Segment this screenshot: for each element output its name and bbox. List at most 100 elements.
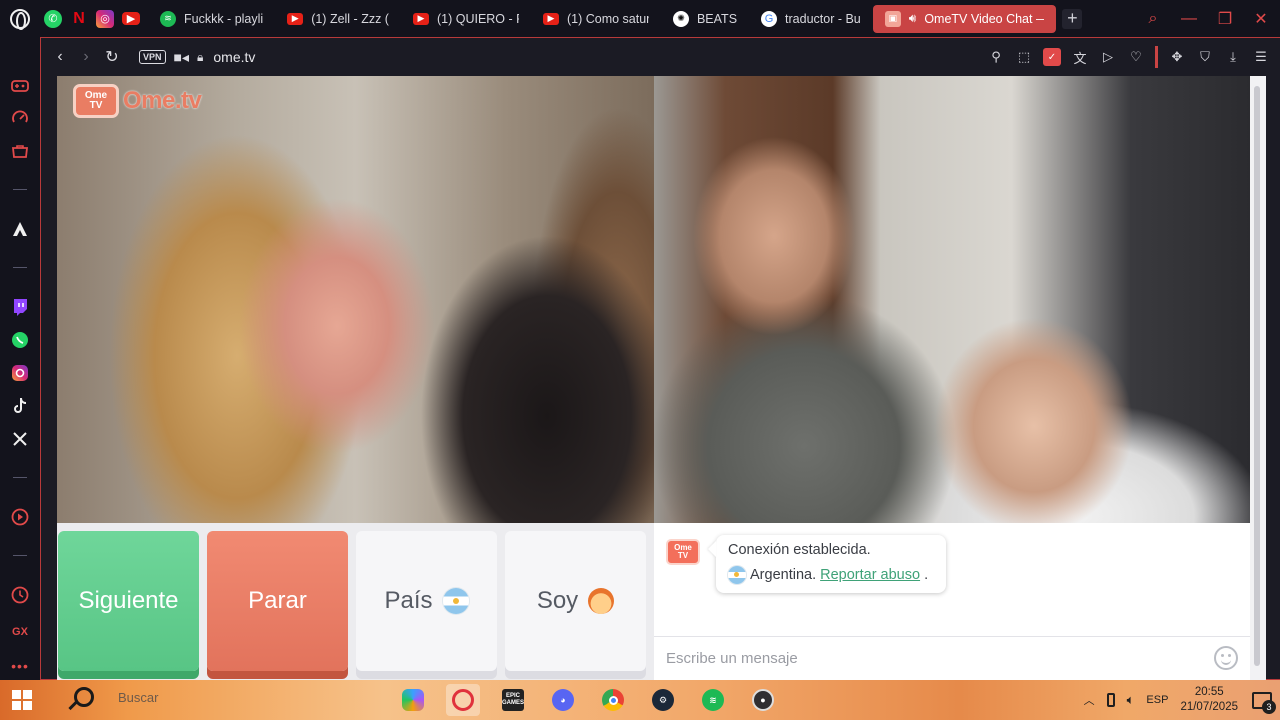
- download-icon[interactable]: ⤓: [1224, 48, 1242, 66]
- tab-title: (1) Como satur: [566, 11, 649, 26]
- discord-icon[interactable]: ◕: [546, 684, 580, 716]
- store-icon[interactable]: [9, 140, 31, 162]
- ometv-chat-avatar-icon: Ome TV: [666, 539, 700, 565]
- language-indicator[interactable]: ESP: [1146, 694, 1168, 706]
- ometv-logo[interactable]: Ome TV Ome.tv: [73, 84, 202, 118]
- history-icon[interactable]: [9, 584, 31, 606]
- tab-ometv[interactable]: ▣ 🔊︎ OmeTV Video Chat —: [872, 4, 1057, 33]
- spotify-icon[interactable]: ≋: [696, 684, 730, 716]
- player-icon[interactable]: [9, 506, 31, 528]
- netflix-icon[interactable]: N: [70, 10, 88, 28]
- ometv-page: Ome TV Ome.tv Siguiente Parar País Soy O…: [57, 76, 1250, 680]
- tab-youtube-quiero[interactable]: ▶ (1) QUIERO - F: [401, 5, 531, 33]
- more-icon[interactable]: •••: [9, 655, 31, 677]
- tab-youtube-como[interactable]: ▶ (1) Como satur: [531, 5, 661, 33]
- opera-gx-icon[interactable]: [446, 684, 480, 716]
- gaming-icon[interactable]: [9, 75, 31, 97]
- gender-button[interactable]: Soy: [505, 531, 646, 671]
- next-button[interactable]: Siguiente: [58, 531, 199, 671]
- address-bar: ‹ › ↻ VPN ■◂ 🔒︎ ome.tv ⚲ ⬚ ✓ 文 ▷ ♡ ✥ ⛉ ⤓…: [41, 38, 1280, 76]
- taskbar-search-placeholder: Buscar: [118, 689, 159, 705]
- stop-button-label: Parar: [248, 587, 307, 614]
- profile-icon[interactable]: ⛉: [1196, 48, 1214, 66]
- youtube-icon[interactable]: ▶: [122, 12, 140, 25]
- speed-icon[interactable]: [9, 107, 31, 129]
- url-text[interactable]: ome.tv: [213, 49, 255, 65]
- lock-icon[interactable]: 🔒︎: [197, 50, 203, 65]
- notification-icon[interactable]: 3: [1250, 690, 1276, 714]
- message-composer: [654, 636, 1250, 680]
- instagram-icon[interactable]: ◎: [96, 9, 114, 28]
- search-tabs-icon[interactable]: ⌕: [1144, 10, 1162, 28]
- argentina-flag-icon: [442, 588, 469, 614]
- whatsapp-icon[interactable]: [9, 329, 31, 351]
- tab-youtube-zell[interactable]: ▶ (1) Zell - Zzz (: [275, 5, 401, 33]
- tab-title: (1) QUIERO - F: [436, 11, 519, 26]
- chat-panel: Ome TV Conexión establecida. Argentina. …: [654, 523, 1250, 680]
- tab-traductor[interactable]: G traductor - Bu: [749, 5, 873, 33]
- forward-icon[interactable]: ›: [73, 44, 99, 70]
- opera-menu-icon[interactable]: [0, 0, 40, 37]
- pinned-tabs: ✆ N ◎ ▶: [44, 9, 140, 28]
- chatgpt-icon: ✺: [672, 10, 689, 27]
- next-button-label: Siguiente: [78, 587, 179, 614]
- send-icon[interactable]: ▷: [1099, 48, 1117, 66]
- instagram-icon[interactable]: [9, 362, 31, 384]
- battery-icon[interactable]: [1106, 693, 1115, 707]
- adblock-icon[interactable]: ✓: [1043, 48, 1061, 66]
- system-message: Conexión establecida. Argentina. Reporta…: [716, 535, 946, 593]
- boy-icon: [588, 588, 615, 614]
- chrome-icon[interactable]: [596, 684, 630, 716]
- taskbar-search[interactable]: Buscar: [60, 687, 158, 707]
- heart-icon[interactable]: ♡: [1127, 48, 1145, 66]
- aria-icon[interactable]: [9, 218, 31, 240]
- easy-setup-icon[interactable]: ☰: [1252, 48, 1270, 66]
- whatsapp-icon[interactable]: ✆: [44, 9, 62, 28]
- gx-control-icon[interactable]: GX: [9, 621, 31, 643]
- control-buttons: Siguiente Parar País Soy: [57, 531, 654, 680]
- new-tab-button[interactable]: +: [1062, 8, 1083, 29]
- connection-status: Conexión establecida.: [728, 542, 871, 558]
- message-input[interactable]: [666, 650, 1196, 667]
- tab-spotify[interactable]: ≋ Fuckkk - playli: [148, 5, 275, 33]
- close-button[interactable]: ✕: [1252, 9, 1270, 29]
- pin-icon[interactable]: ⚲: [987, 48, 1005, 66]
- obs-icon[interactable]: ●: [746, 684, 780, 716]
- local-video: [654, 76, 1250, 523]
- window-controls: ⌕ — ❐ ✕: [1144, 0, 1270, 37]
- tiktok-icon[interactable]: [9, 395, 31, 417]
- back-icon[interactable]: ‹: [47, 44, 73, 70]
- extensions-icon[interactable]: ✥: [1168, 48, 1186, 66]
- opera-sidebar: GX •••: [0, 37, 40, 680]
- restore-button[interactable]: ❐: [1216, 9, 1234, 29]
- epic-games-icon[interactable]: EPIC GAMES: [496, 684, 530, 716]
- copilot-icon[interactable]: [396, 684, 430, 716]
- stop-button[interactable]: Parar: [207, 531, 348, 671]
- vpn-badge[interactable]: VPN: [139, 50, 166, 64]
- tab-title: Fuckkk - playli: [184, 11, 264, 26]
- google-icon: G: [761, 10, 778, 27]
- volume-icon[interactable]: 🔈︎: [1127, 692, 1135, 708]
- ometv-icon: ▣: [884, 10, 901, 27]
- country-button[interactable]: País: [356, 531, 497, 671]
- camera-icon[interactable]: ■◂: [174, 49, 189, 66]
- report-abuse-link[interactable]: Reportar abuso: [820, 567, 920, 583]
- snapshot-icon[interactable]: ⬚: [1015, 48, 1033, 66]
- youtube-icon: ▶: [542, 12, 559, 25]
- windows-start-icon[interactable]: [12, 690, 32, 710]
- translate-icon[interactable]: 文: [1071, 48, 1089, 66]
- x-icon[interactable]: [9, 428, 31, 450]
- emoji-icon[interactable]: [1214, 646, 1238, 670]
- taskbar-clock[interactable]: 20:55 21/07/2025: [1180, 685, 1238, 715]
- argentina-flag-icon: [728, 566, 746, 584]
- minimize-button[interactable]: —: [1180, 10, 1198, 28]
- reload-icon[interactable]: ↻: [99, 44, 125, 70]
- scrollbar-thumb[interactable]: [1254, 86, 1260, 666]
- search-icon: [74, 687, 94, 707]
- speaker-icon[interactable]: 🔊︎: [909, 11, 917, 26]
- twitch-icon[interactable]: [9, 296, 31, 318]
- page-scrollbar[interactable]: [1250, 76, 1266, 680]
- steam-icon[interactable]: ⚙: [646, 684, 680, 716]
- tab-beats[interactable]: ✺ BEATS: [661, 5, 749, 33]
- chevron-up-icon[interactable]: ︿: [1084, 692, 1095, 708]
